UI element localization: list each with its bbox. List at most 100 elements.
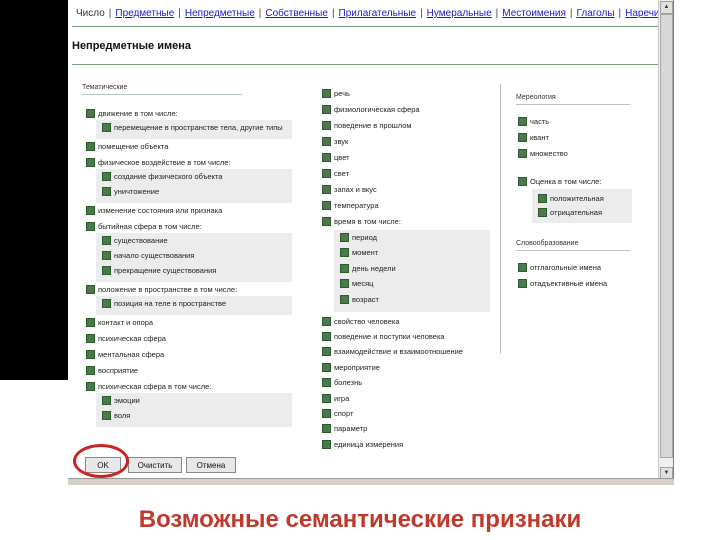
checkbox[interactable] — [322, 168, 331, 178]
checkbox-item[interactable]: эмоции — [102, 395, 140, 405]
tab[interactable]: Непредметные — [185, 8, 255, 19]
checkbox[interactable] — [86, 141, 95, 151]
checkbox-item[interactable]: психическая сфера — [86, 333, 166, 343]
checkbox-item[interactable]: параметр — [322, 424, 367, 434]
checkbox[interactable] — [322, 362, 331, 372]
checkbox-item[interactable]: положение в пространстве в том числе: — [86, 284, 237, 294]
checkbox[interactable] — [538, 207, 547, 217]
checkbox-item[interactable]: единица измерения — [322, 439, 403, 449]
checkbox[interactable] — [102, 122, 111, 132]
checkbox-item[interactable]: игра — [322, 393, 349, 403]
tab[interactable]: Местоимения — [502, 8, 566, 19]
checkbox-item[interactable]: Оценка в том числе: — [518, 176, 601, 186]
checkbox[interactable] — [322, 439, 331, 449]
checkbox[interactable] — [518, 262, 527, 272]
checkbox[interactable] — [322, 216, 331, 226]
checkbox-item[interactable]: отглагольные имена — [518, 262, 601, 272]
checkbox-item[interactable]: движение в том числе: — [86, 108, 178, 118]
checkbox[interactable] — [102, 171, 111, 181]
checkbox-item[interactable]: физиологическая сфера — [322, 104, 420, 114]
checkbox-item[interactable]: уничтожение — [102, 186, 159, 196]
checkbox-item[interactable]: время в том числе: — [322, 216, 401, 226]
vertical-scrollbar[interactable]: ▲ ▼ — [658, 0, 673, 482]
checkbox[interactable] — [340, 279, 349, 289]
checkbox[interactable] — [322, 316, 331, 326]
checkbox[interactable] — [102, 235, 111, 245]
checkbox-item[interactable]: восприятие — [86, 365, 138, 375]
checkbox[interactable] — [102, 395, 111, 405]
checkbox[interactable] — [322, 347, 331, 357]
checkbox[interactable] — [322, 408, 331, 418]
checkbox-item[interactable]: температура — [322, 200, 379, 210]
checkbox[interactable] — [86, 365, 95, 375]
checkbox[interactable] — [340, 248, 349, 258]
checkbox[interactable] — [86, 349, 95, 359]
checkbox[interactable] — [102, 410, 111, 420]
checkbox-item[interactable]: цвет — [322, 152, 350, 162]
checkbox-item[interactable]: прекращение существования — [102, 265, 216, 275]
checkbox[interactable] — [322, 184, 331, 194]
checkbox[interactable] — [518, 148, 527, 158]
checkbox[interactable] — [538, 193, 547, 203]
checkbox-item[interactable]: день недели — [340, 263, 396, 273]
checkbox-item[interactable]: изменение состояния или признака — [86, 205, 222, 215]
checkbox[interactable] — [340, 294, 349, 304]
checkbox[interactable] — [86, 157, 95, 167]
checkbox[interactable] — [86, 221, 95, 231]
checkbox[interactable] — [102, 265, 111, 275]
checkbox-item[interactable]: возраст — [340, 294, 379, 304]
scroll-up-icon[interactable]: ▲ — [660, 1, 673, 14]
tab[interactable]: Число — [76, 8, 105, 19]
checkbox-item[interactable]: отадъективные имена — [518, 278, 607, 288]
checkbox-item[interactable]: помещение объекта — [86, 141, 168, 151]
checkbox[interactable] — [322, 120, 331, 130]
checkbox[interactable] — [86, 333, 95, 343]
checkbox[interactable] — [322, 104, 331, 114]
checkbox[interactable] — [322, 393, 331, 403]
checkbox[interactable] — [86, 108, 95, 118]
checkbox[interactable] — [518, 116, 527, 126]
checkbox-item[interactable]: воля — [102, 410, 130, 420]
checkbox[interactable] — [340, 232, 349, 242]
checkbox[interactable] — [322, 88, 331, 98]
checkbox-item[interactable]: бытийная сфера в том числе: — [86, 221, 202, 231]
checkbox-item[interactable]: квант — [518, 132, 549, 142]
checkbox-item[interactable]: положительная — [538, 193, 604, 203]
checkbox-item[interactable]: контакт и опора — [86, 317, 153, 327]
checkbox-item[interactable]: мероприятие — [322, 362, 380, 372]
checkbox-item[interactable]: начало существования — [102, 250, 194, 260]
tab[interactable]: Прилагательные — [339, 8, 417, 19]
checkbox-item[interactable]: момент — [340, 248, 378, 258]
checkbox-item[interactable]: взаимодействие и взаимоотношение — [322, 347, 463, 357]
checkbox-item[interactable]: часть — [518, 116, 549, 126]
checkbox[interactable] — [322, 331, 331, 341]
tab[interactable]: Глаголы — [576, 8, 614, 19]
checkbox[interactable] — [518, 176, 527, 186]
checkbox-item[interactable]: перемещение в пространстве тела, другие … — [102, 122, 283, 132]
checkbox-item[interactable]: поведение и поступки человека — [322, 331, 445, 341]
checkbox-item[interactable]: болезнь — [322, 378, 362, 388]
checkbox-item[interactable]: свойство человека — [322, 316, 400, 326]
tab[interactable]: Собственные — [265, 8, 328, 19]
checkbox-item[interactable]: поведение в прошлом — [322, 120, 412, 130]
scroll-thumb[interactable] — [660, 14, 673, 458]
checkbox-item[interactable]: запах и вкус — [322, 184, 377, 194]
checkbox-item[interactable]: множество — [518, 148, 568, 158]
checkbox[interactable] — [86, 205, 95, 215]
cancel-button[interactable]: Отмена — [186, 457, 236, 473]
checkbox[interactable] — [86, 317, 95, 327]
checkbox[interactable] — [86, 284, 95, 294]
checkbox[interactable] — [340, 263, 349, 273]
checkbox-item[interactable]: период — [340, 232, 377, 242]
checkbox[interactable] — [322, 200, 331, 210]
checkbox[interactable] — [322, 424, 331, 434]
checkbox[interactable] — [518, 278, 527, 288]
checkbox-item[interactable]: отрицательная — [538, 207, 602, 217]
checkbox[interactable] — [102, 250, 111, 260]
checkbox[interactable] — [102, 186, 111, 196]
checkbox-item[interactable]: свет — [322, 168, 349, 178]
checkbox-item[interactable]: физическое воздействие в том числе: — [86, 157, 231, 167]
checkbox-item[interactable]: звук — [322, 136, 348, 146]
checkbox-item[interactable]: спорт — [322, 408, 353, 418]
tab[interactable]: Нумеральные — [427, 8, 492, 19]
